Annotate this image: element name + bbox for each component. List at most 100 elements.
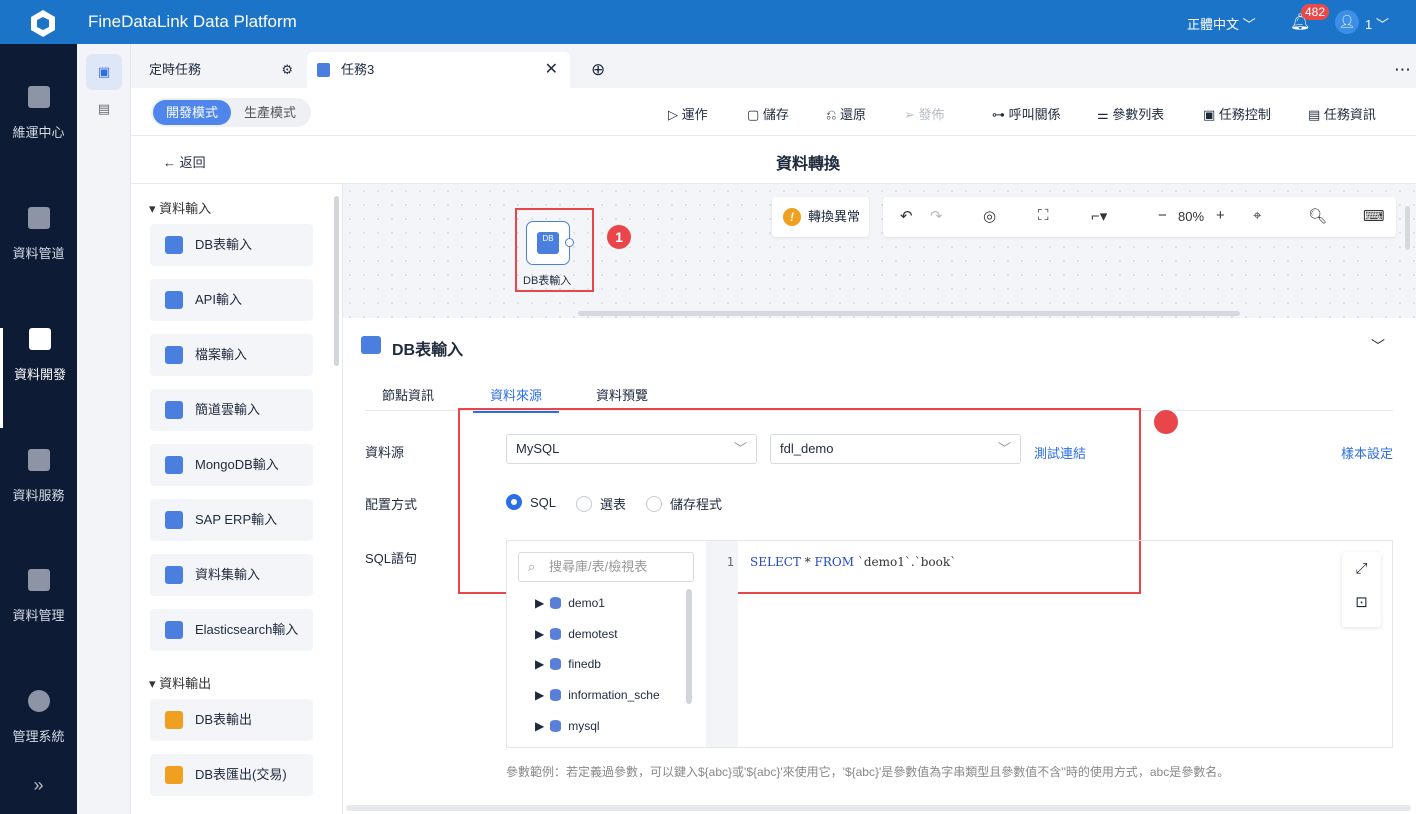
page-title: 資料轉換 xyxy=(776,156,841,173)
tree-label: demotest xyxy=(568,627,618,641)
tree-item-demo1[interactable]: ▶ demo1 xyxy=(535,596,605,610)
sample-settings-link[interactable]: 樣本設定 xyxy=(1341,443,1393,462)
nav-data-pipeline[interactable]: 資料管道 xyxy=(0,207,77,307)
database-select[interactable]: fdl_demo ﹀ xyxy=(770,434,1021,464)
expand-nav-button[interactable]: » xyxy=(0,775,77,796)
node-output-port[interactable] xyxy=(565,238,574,247)
component-api-input[interactable]: API輸入 xyxy=(150,279,313,321)
component-dataset-input[interactable]: 資料集輸入 xyxy=(150,554,313,596)
nav-ops-center[interactable]: 維運中心 xyxy=(0,86,77,186)
revert-button[interactable]: ⎌ 還原 xyxy=(826,104,866,123)
nav-data-development[interactable]: 資料開發 xyxy=(0,328,77,428)
component-label: DB表匯出(交易) xyxy=(195,767,287,782)
publish-button[interactable]: ➢ 發佈 xyxy=(904,104,945,123)
tree-label: mysql xyxy=(568,719,600,733)
component-label: 簡道雲輸入 xyxy=(195,402,261,417)
db-icon xyxy=(165,236,183,254)
nav-data-management[interactable]: 資料管理 xyxy=(0,569,77,669)
radio-stored-procedure[interactable]: 儲存程式 xyxy=(646,494,722,513)
vertical-scrollbar[interactable] xyxy=(1405,206,1410,250)
component-label: DB表輸出 xyxy=(195,712,253,727)
connector-style-icon[interactable]: ⌐▾ xyxy=(1091,207,1107,225)
radio-sql[interactable]: SQL xyxy=(506,494,556,510)
language-label: 正體中文 xyxy=(1187,17,1240,32)
prod-mode-button[interactable]: 生產模式 xyxy=(231,100,309,125)
tree-item-demotest[interactable]: ▶ demotest xyxy=(535,627,618,641)
tab-data-preview[interactable]: 資料預覽 xyxy=(596,385,648,404)
locate-icon[interactable]: ⌖ xyxy=(1253,207,1261,224)
run-button[interactable]: ▷ 運作 xyxy=(668,104,708,123)
call-relation-button[interactable]: ⊶ 呼叫關係 xyxy=(992,104,1061,123)
close-icon[interactable]: ✕ xyxy=(545,52,558,88)
component-label: Elasticsearch輸入 xyxy=(195,622,299,637)
more-icon[interactable]: ⋯ xyxy=(1376,52,1416,88)
task-list-icon[interactable]: ▣ xyxy=(86,54,122,90)
transform-error-button[interactable]: ! 轉換異常 xyxy=(772,197,869,237)
db-input-node[interactable]: DB xyxy=(526,221,574,265)
auto-layout-icon[interactable]: ◎ xyxy=(983,207,996,225)
nav-label: 資料管道 xyxy=(12,246,65,261)
back-button[interactable]: ← 返回 xyxy=(163,152,206,171)
tree-item-finedb[interactable]: ▶ finedb xyxy=(535,657,601,671)
add-tab-icon[interactable]: ⊕ xyxy=(573,52,623,88)
notification-badge: 482 xyxy=(1301,4,1330,20)
database-icon xyxy=(550,658,562,670)
component-mongodb-input[interactable]: MongoDB輸入 xyxy=(150,444,313,486)
undo-icon[interactable]: ↶ xyxy=(900,207,913,225)
test-connection-link[interactable]: 測試連結 xyxy=(1034,443,1086,462)
language-selector[interactable]: 正體中文 ﹀ xyxy=(1187,14,1256,33)
horizontal-scrollbar[interactable] xyxy=(346,805,1411,811)
group-data-input[interactable]: ▾ 資料輸入 xyxy=(149,198,211,217)
group-label: 資料輸出 xyxy=(159,676,212,691)
tab-task3[interactable]: 任務3 ✕ xyxy=(307,52,570,88)
nav-label: 資料服務 xyxy=(12,488,65,503)
tree-scrollbar[interactable] xyxy=(686,589,692,704)
tree-label: demo1 xyxy=(568,596,605,610)
redo-icon[interactable]: ↷ xyxy=(930,207,943,225)
component-db-export-transaction[interactable]: DB表匯出(交易) xyxy=(150,754,313,796)
clipboard-icon[interactable]: ▤ xyxy=(86,94,122,124)
flow-canvas[interactable]: DB DB表輸入 1 ! 轉換異常 ↶ ↷ ◎ ⛶ ⌐▾ − 80% + ⌖ 🔍︎… xyxy=(343,184,1416,318)
tree-item-information-schema[interactable]: ▶ information_sche xyxy=(535,688,660,702)
fit-view-icon[interactable]: ⛶ xyxy=(1038,207,1049,224)
search-icon[interactable]: 🔍︎ xyxy=(1308,207,1327,225)
collapse-chevron-icon[interactable]: ﹀ xyxy=(1371,336,1385,356)
dev-mode-button[interactable]: 開發模式 xyxy=(153,100,232,125)
horizontal-scrollbar[interactable] xyxy=(578,311,1240,316)
nav-data-service[interactable]: 資料服務 xyxy=(0,449,77,549)
component-jdy-input[interactable]: 簡道雲輸入 xyxy=(150,389,313,431)
minimap-icon[interactable]: ⌨ xyxy=(1363,207,1385,225)
database-icon xyxy=(550,689,562,701)
task-info-button[interactable]: ▤ 任務資訊 xyxy=(1308,104,1376,123)
component-db-input[interactable]: DB表輸入 xyxy=(150,224,313,266)
param-list-button[interactable]: ⚌ 參數列表 xyxy=(1097,104,1164,123)
radio-select-table[interactable]: 選表 xyxy=(576,494,626,513)
component-file-input[interactable]: 檔案輸入 xyxy=(150,334,313,376)
tab-scheduled-tasks[interactable]: 定時任務 ⚙ xyxy=(131,52,301,88)
datasource-value: MySQL xyxy=(516,441,560,456)
group-data-output[interactable]: ▾ 資料輸出 xyxy=(149,673,211,692)
format-icon[interactable]: ⊡ xyxy=(1342,586,1381,620)
zoom-in-icon[interactable]: + xyxy=(1216,207,1225,224)
tree-item-mysql[interactable]: ▶ mysql xyxy=(535,719,600,733)
tab-node-info[interactable]: 節點資訊 xyxy=(382,385,434,404)
user-menu[interactable]: 1 ﹀ xyxy=(1365,14,1389,33)
tree-search-input[interactable]: ⌕ 搜尋庫/表/檢視表 xyxy=(518,552,694,582)
task-control-label: 任務控制 xyxy=(1218,107,1271,122)
sql-code[interactable]: SELECT * FROM `demo1`.`book` xyxy=(750,555,956,569)
database-icon xyxy=(550,628,562,640)
save-button[interactable]: ▢ 儲存 xyxy=(747,104,789,123)
scrollbar[interactable] xyxy=(334,196,339,366)
component-db-output[interactable]: DB表輸出 xyxy=(150,699,313,741)
zoom-out-icon[interactable]: − xyxy=(1158,207,1167,224)
task-control-button[interactable]: ▣ 任務控制 xyxy=(1203,104,1271,123)
gear-icon[interactable]: ⚙ xyxy=(281,52,293,88)
datasource-select[interactable]: MySQL ﹀ xyxy=(506,434,757,464)
node-config-panel: DB表輸入 ﹀ 節點資訊 資料來源 資料預覽 資料源 MySQL ﹀ fdl_de… xyxy=(343,318,1416,814)
datasource-label: 資料源 xyxy=(365,445,405,460)
search-placeholder: 搜尋庫/表/檢視表 xyxy=(549,559,648,574)
avatar[interactable]: 👤︎ xyxy=(1335,10,1359,34)
component-sap-input[interactable]: SAP ERP輸入 xyxy=(150,499,313,541)
expand-icon[interactable]: ⤢ xyxy=(1342,552,1381,586)
component-elasticsearch-input[interactable]: Elasticsearch輸入 xyxy=(150,609,313,651)
